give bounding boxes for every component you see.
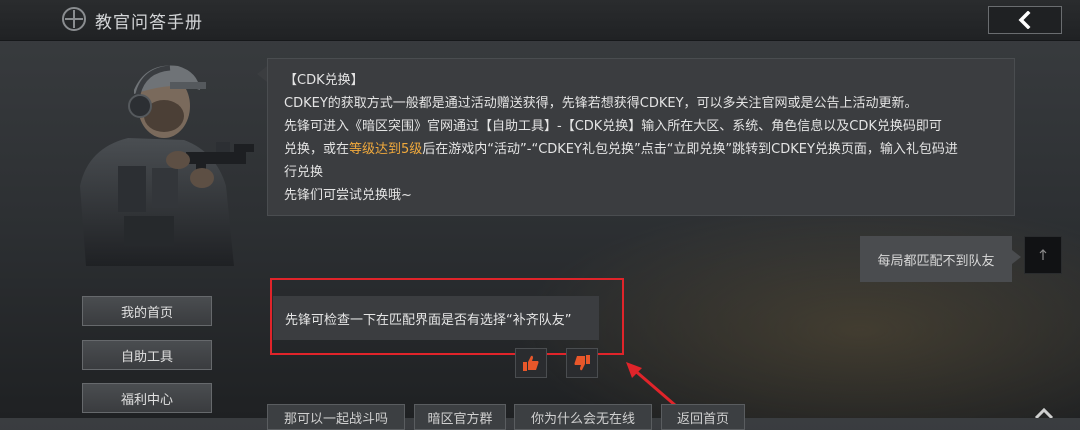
menu-label: 自助工具 (120, 349, 173, 365)
quick-question-label: 那可以一起战斗吗 (283, 411, 388, 427)
back-button[interactable] (988, 6, 1062, 34)
thumbs-down-icon (574, 355, 590, 371)
message-line: 行兑换 (284, 165, 324, 180)
message-line: CDKEY的获取方式一般都是通过活动赠送获得，先锋若想获得CDKEY，可以多关注… (284, 96, 918, 111)
menu-benefits-center[interactable]: 福利中心 (82, 383, 212, 413)
user-message-bubble: 每局都匹配不到队友 (860, 236, 1012, 282)
like-button[interactable] (515, 348, 547, 378)
menu-label: 福利中心 (120, 392, 173, 408)
bot-message-bubble: 【CDK兑换】 CDKEY的获取方式一般都是通过活动赠送获得，先锋若想获得CDK… (267, 58, 1015, 216)
user-bubble-tail (1012, 250, 1021, 264)
message-line: 【CDK兑换】 (284, 73, 364, 88)
quick-question-label: 你为什么会无在线 (530, 411, 635, 427)
user-avatar (1024, 236, 1062, 274)
message-text: 兑换，或在 (284, 142, 350, 157)
chevron-up-icon (1034, 407, 1054, 418)
menu-my-home[interactable]: 我的首页 (82, 296, 212, 326)
annotation-highlight-box (270, 278, 624, 355)
bubble-tail (257, 66, 267, 82)
back-to-home-button[interactable]: 返回首页 (661, 404, 745, 430)
menu-self-service-tools[interactable]: 自助工具 (82, 340, 212, 370)
message-line: 先锋可进入《暗区突围》官网通过【自助工具】-【CDK兑换】输入所在大区、系统、角… (284, 119, 942, 134)
user-avatar-icon (1039, 249, 1047, 260)
instructor-avatar (80, 65, 254, 266)
thumbs-up-icon (523, 355, 539, 371)
quick-question-label: 暗区官方群 (427, 411, 493, 427)
highlighted-text: 等级达到5级 (349, 142, 423, 157)
user-message-text: 每局都匹配不到队友 (877, 253, 995, 269)
quick-question-button[interactable]: 那可以一起战斗吗 (267, 404, 405, 430)
message-text: 后在游戏内“活动”-“CDKEY礼包兑换”点击“立即兑换”跳转到CDKEY兑换页… (422, 142, 958, 157)
message-line: 先锋们可尝试兑换哦~ (284, 188, 412, 203)
menu-label: 我的首页 (120, 305, 173, 321)
crosshair-logo-icon (62, 7, 86, 31)
quick-question-button[interactable]: 暗区官方群 (414, 404, 506, 430)
message-line: 兑换，或在等级达到5级后在游戏内“活动”-“CDKEY礼包兑换”点击“立即兑换”… (284, 138, 998, 161)
chevron-left-icon (1018, 11, 1031, 29)
quick-question-button[interactable]: 你为什么会无在线 (514, 404, 652, 430)
page-title: 教官问答手册 (95, 13, 203, 33)
quick-question-label: 返回首页 (676, 411, 729, 427)
scroll-up-button[interactable] (1030, 404, 1058, 418)
top-bar: 教官问答手册 (0, 0, 1080, 41)
dislike-button[interactable] (566, 348, 598, 378)
